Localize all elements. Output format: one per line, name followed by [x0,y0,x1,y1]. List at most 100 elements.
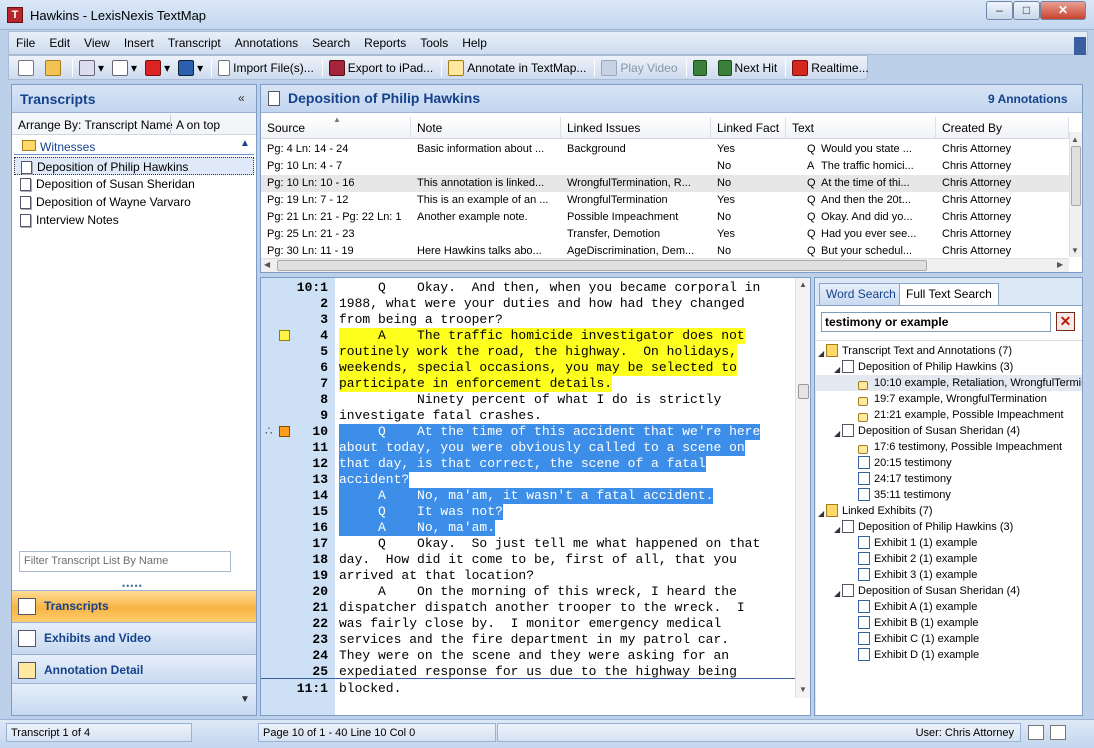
transcript-line[interactable]: 13 accident? [261,472,801,488]
menu-annotations[interactable]: Annotations [228,32,305,54]
tab-word-search[interactable]: Word Search [819,283,903,305]
maximize-button[interactable]: □ [1013,1,1040,20]
menu-overflow-grip[interactable] [1074,37,1086,55]
search-hit[interactable]: Exhibit D (1) example [816,647,1082,663]
new-button[interactable] [15,57,40,78]
arrange-by-row[interactable]: Arrange By: Transcript Name A on top [12,113,256,135]
transcript-item[interactable]: Deposition of Susan Sheridan [14,175,254,193]
transcript-line[interactable]: 9 investigate fatal crashes. [261,408,801,424]
transcript-line[interactable]: 23 services and the fire department in my… [261,632,801,648]
transcript-line[interactable]: 15 Q It was not? [261,504,801,520]
book-icon[interactable] [1050,725,1066,740]
open-button[interactable] [42,57,67,78]
column-linked-fact[interactable]: Linked Fact [711,117,786,139]
menu-edit[interactable]: Edit [42,32,77,54]
tree-node[interactable]: ◢ Deposition of Philip Hawkins (3) [816,359,1082,375]
search-hit[interactable]: 20:15 testimony [816,455,1082,471]
table-row[interactable]: Pg: 21 Ln: 21 - Pg: 22 Ln: 1 Another exam… [261,209,1069,226]
transcript-line[interactable]: 19 arrived at that location? [261,568,801,584]
menu-tools[interactable]: Tools [413,32,455,54]
annotate-button[interactable]: Annotate in TextMap... [445,57,589,78]
table-row[interactable]: Pg: 25 Ln: 21 - 23 Transfer, Demotion Yes Q… [261,226,1069,243]
tree-node[interactable]: ◢ Deposition of Philip Hawkins (3) [816,519,1082,535]
menu-transcript[interactable]: Transcript [161,32,228,54]
preview-button[interactable]: ▾ [109,57,140,78]
transcript-line[interactable]: 17 Q Okay. So just tell me what happened… [261,536,801,552]
clear-search-button[interactable]: ✕ [1056,312,1075,331]
transcript-line[interactable]: 7 participate in enforcement details. [261,376,801,392]
export-ipad-button[interactable]: Export to iPad... [326,57,436,78]
transcript-item[interactable]: Interview Notes [14,211,254,229]
search-hit[interactable]: Exhibit 1 (1) example [816,535,1082,551]
nav-annotation-detail[interactable]: Annotation Detail [12,654,256,686]
search-hit[interactable]: Exhibit A (1) example [816,599,1082,615]
import-files-button[interactable]: Import File(s)... [215,57,317,78]
tree-node[interactable]: ◢ Deposition of Susan Sheridan (4) [816,583,1082,599]
menu-insert[interactable]: Insert [117,32,161,54]
transcript-line[interactable]: 18 day. How did it come to be, first of a… [261,552,801,568]
tree-node[interactable]: ◢ Linked Exhibits (7) [816,503,1082,519]
transcript-line[interactable]: 25 expediated response for us due to the … [261,664,801,680]
status-options-icon[interactable] [1028,725,1044,740]
table-row[interactable]: Pg: 10 Ln: 4 - 7 No A The traffic homici...… [261,158,1069,175]
transcript-line[interactable]: 11:1 blocked. [261,681,801,697]
search-hit[interactable]: Exhibit B (1) example [816,615,1082,631]
transcript-line[interactable]: 11 about today, you were obviously called… [261,440,801,456]
menu-view[interactable]: View [77,32,117,54]
column-created-by[interactable]: Created By [936,117,1069,139]
tree-node[interactable]: ◢ Transcript Text and Annotations (7) [816,343,1082,359]
transcript-line[interactable]: 12 that day, is that correct, the scene o… [261,456,801,472]
column-note[interactable]: Note [411,117,561,139]
transcript-line[interactable]: 20 A On the morning of this wreck, I hea… [261,584,801,600]
search-input[interactable]: testimony or example [821,312,1051,332]
close-button[interactable]: ✕ [1040,1,1086,20]
collapse-pane-icon[interactable]: « [238,91,245,105]
column-linked-issues[interactable]: Linked Issues [561,117,711,139]
transcript-viewer[interactable]: ∴ ▲ ▼ 10:1 Q Okay. And then, when you be… [260,277,811,716]
table-row[interactable]: Pg: 19 Ln: 7 - 12 This is an example of a… [261,192,1069,209]
chevron-down-icon[interactable]: ▼ [240,694,250,705]
annotations-vertical-scrollbar[interactable]: ▲ ▼ [1069,132,1082,257]
next-hit-button[interactable]: Next Hit [715,57,781,78]
search-hit[interactable]: 17:6 testimony, Possible Impeachment [816,439,1082,455]
search-hit[interactable]: Exhibit C (1) example [816,631,1082,647]
search-hit[interactable]: 21:21 example, Possible Impeachment [816,407,1082,423]
prev-hit-button[interactable] [690,57,713,78]
menu-reports[interactable]: Reports [357,32,413,54]
word-button[interactable]: ▾ [175,57,206,78]
menu-search[interactable]: Search [305,32,357,54]
search-hit[interactable]: 24:17 testimony [816,471,1082,487]
transcript-line[interactable]: 14 A No, ma'am, it wasn't a fatal accide… [261,488,801,504]
transcript-item[interactable]: Deposition of Philip Hawkins [14,157,254,175]
print-button[interactable]: ▾ [76,57,107,78]
nav-transcripts[interactable]: Transcripts [12,590,256,622]
tree-node[interactable]: ◢ Deposition of Susan Sheridan (4) [816,423,1082,439]
transcript-line[interactable]: 10 Q At the time of this accident that w… [261,424,801,440]
filter-transcripts-input[interactable]: Filter Transcript List By Name [19,551,231,572]
group-witnesses[interactable]: Witnesses ▲ [14,137,254,155]
play-video-button[interactable]: Play Video [598,57,680,78]
transcript-line[interactable]: 16 A No, ma'am. [261,520,801,536]
search-hit[interactable]: Exhibit 3 (1) example [816,567,1082,583]
search-hit[interactable]: 10:10 example, Retaliation, WrongfulTerm… [816,375,1082,391]
search-hit[interactable]: 35:11 testimony [816,487,1082,503]
annotations-horizontal-scrollbar[interactable]: ◀ ▶ [261,258,1069,272]
transcript-line[interactable]: 22 was fairly close by. I monitor emergen… [261,616,801,632]
arrange-by-label[interactable]: Arrange By: Transcript Name [18,118,173,132]
nav-exhibits-video[interactable]: Exhibits and Video [12,622,256,654]
table-row[interactable]: Pg: 10 Ln: 10 - 16 This annotation is lin… [261,175,1069,192]
pdf-button[interactable]: ▾ [142,57,173,78]
sort-order-toggle[interactable]: A on top [176,118,220,132]
transcript-line[interactable]: 5 routinely work the road, the highway. O… [261,344,801,360]
transcript-line[interactable]: 4 A The traffic homicide investigator do… [261,328,801,344]
transcript-line[interactable]: 24 They were on the scene and they were a… [261,648,801,664]
table-row[interactable]: Pg: 4 Ln: 14 - 24 Basic information about… [261,141,1069,158]
transcript-line[interactable]: 21 dispatcher dispatch another trooper to… [261,600,801,616]
column-text[interactable]: Text [786,117,936,139]
search-hit[interactable]: 19:7 example, WrongfulTermination [816,391,1082,407]
transcript-line[interactable]: 8 Ninety percent of what I do is strictl… [261,392,801,408]
nav-overflow-bar[interactable]: ▼ [12,683,256,715]
menu-file[interactable]: File [9,32,42,54]
realtime-button[interactable]: Realtime... [789,57,871,78]
tab-full-text-search[interactable]: Full Text Search [899,283,999,306]
